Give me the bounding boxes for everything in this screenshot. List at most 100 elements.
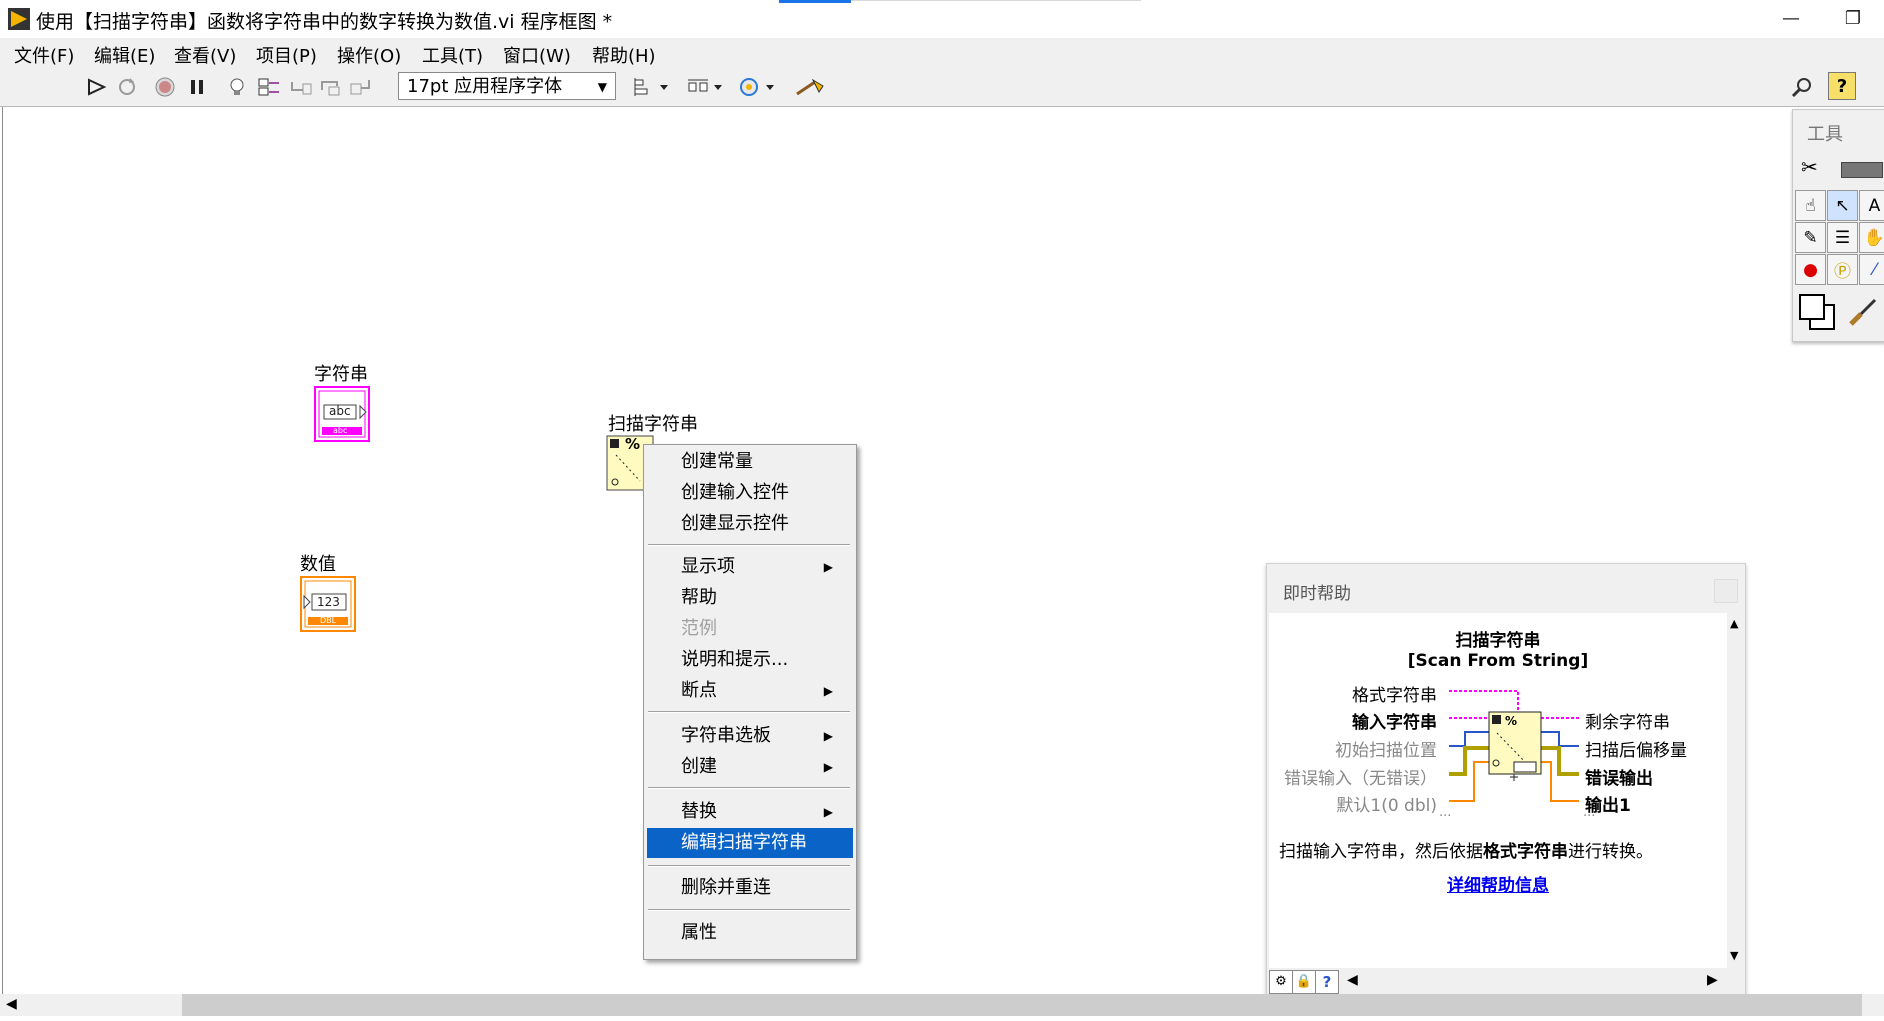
menu-project[interactable]: 项目(P) [256,42,317,68]
retain-wire-values-icon[interactable] [256,74,282,100]
menu-tools[interactable]: 工具(T) [422,42,483,68]
menu-properties[interactable]: 属性 [647,918,853,948]
font-dropdown[interactable]: 17pt 应用程序字体 ▼ [398,72,616,100]
run-continuously-icon[interactable] [114,74,140,100]
menu-create[interactable]: 创建 ▶ [647,752,853,782]
menu-create-control[interactable]: 创建输入控件 [647,478,853,508]
minimize-button[interactable]: — [1760,0,1822,38]
string-control-label[interactable]: 字符串 [314,360,368,386]
pause-icon[interactable] [184,74,210,100]
scroll-down-icon[interactable]: ▼ [1730,949,1738,962]
scrollbar-thumb[interactable] [182,994,1862,1016]
menu-item-label: 创建 [681,756,717,777]
help-input-error-in[interactable]: 错误输入（无错误） [1284,764,1437,789]
position-tool-icon[interactable]: ↖ [1827,190,1858,221]
menu-visible-items[interactable]: 显示项 ▶ [647,552,853,582]
context-help-content: 扫描字符串 [Scan From String] % 格式字符串 输入字符串 初… [1269,613,1727,968]
help-output-error-out[interactable]: 错误输出 [1585,764,1653,789]
brush-icon[interactable] [1847,296,1879,328]
toolbar: 17pt 应用程序字体 ▼ ? [0,68,1884,107]
submenu-arrow-icon: ▶ [823,729,833,743]
context-help-button[interactable]: ? [1828,72,1856,100]
menu-item-label: 删除并重连 [681,877,771,898]
clean-up-diagram-icon[interactable] [792,74,828,100]
menu-item-label: 属性 [681,922,717,943]
menu-item-label: 替换 [681,801,717,822]
menu-item-label: 显示项 [681,556,735,577]
scroll-left-icon[interactable]: ◀ [1347,972,1358,988]
label-tool-icon[interactable]: A [1859,190,1884,221]
help-function-name: 扫描字符串 [1455,631,1541,651]
detailed-help-icon[interactable]: ? [1315,970,1339,994]
wiring-tool-icon[interactable]: ✎ [1795,222,1826,253]
menu-operate[interactable]: 操作(O) [337,42,401,68]
submenu-arrow-icon: ▶ [823,805,833,819]
help-output-remaining-string[interactable]: 剩余字符串 [1585,708,1670,733]
reorder-icon[interactable] [736,74,780,100]
menu-help[interactable]: 帮助 [647,583,853,613]
menu-separator [648,865,850,867]
step-out-icon[interactable] [348,74,374,100]
menu-string-palette[interactable]: 字符串选板 ▶ [647,721,853,751]
restore-button[interactable]: ❐ [1822,0,1884,38]
string-control-terminal[interactable]: abc abc [314,386,370,442]
align-objects-icon[interactable] [630,74,674,100]
operate-tool-icon[interactable]: ☝ [1795,190,1826,221]
menu-create-constant[interactable]: 创建常量 [647,447,853,477]
menu-separator [648,909,850,911]
menu-window[interactable]: 窗口(W) [503,42,571,68]
color-tool-icon[interactable] [1797,292,1837,332]
run-icon[interactable] [84,74,110,100]
labview-app-icon [8,8,30,30]
menu-help[interactable]: 帮助(H) [592,42,656,68]
step-over-icon[interactable] [318,74,344,100]
shortcut-menu-tool-icon[interactable]: ☰ [1827,222,1858,253]
numeric-indicator-label[interactable]: 数值 [300,550,336,576]
scroll-up-icon[interactable]: ▲ [1730,617,1738,630]
scroll-left-icon[interactable]: ◀ [6,996,17,1012]
help-input-initial-offset[interactable]: 初始扫描位置 [1335,736,1437,761]
menu-item-label: 断点 [681,680,717,701]
lock-help-icon[interactable]: 🔒 [1292,970,1316,994]
menu-delete-and-rewire[interactable]: 删除并重连 [647,873,853,903]
distribute-objects-icon[interactable] [684,74,728,100]
auto-tool-icon[interactable]: ✂ [1801,155,1831,183]
highlight-execution-icon[interactable] [224,74,250,100]
menu-replace[interactable]: 替换 ▶ [647,797,853,827]
probe-tool-icon[interactable]: Ⓟ [1827,254,1858,285]
close-icon[interactable] [1714,579,1738,603]
menu-file[interactable]: 文件(F) [14,42,74,68]
string-type-badge: abc [333,426,348,435]
help-desc-pre: 扫描输入字符串，然后依据 [1279,842,1483,862]
menu-item-label: 字符串选板 [681,725,771,746]
abort-icon[interactable] [152,74,178,100]
scroll-tool-icon[interactable]: ✋ [1859,222,1884,253]
step-into-icon[interactable] [288,74,314,100]
detailed-help-link[interactable]: 详细帮助信息 [1269,871,1727,896]
menu-edit-scan-from-string[interactable]: 编辑扫描字符串 [647,828,853,858]
numeric-indicator-glyph: 123 [317,595,340,609]
context-help-title: 即时帮助 [1283,584,1351,604]
menu-view[interactable]: 查看(V) [174,42,236,68]
help-input-format-string[interactable]: 格式字符串 [1352,681,1437,706]
auto-tool-indicator[interactable] [1841,162,1883,178]
search-icon[interactable] [1784,74,1818,100]
help-input-string[interactable]: 输入字符串 [1352,708,1437,733]
show-optional-terminals-icon[interactable]: ⚙ [1269,970,1293,994]
scroll-right-icon[interactable]: ▶ [1707,972,1718,988]
submenu-arrow-icon: ▶ [823,560,833,574]
submenu-arrow-icon: ▶ [823,760,833,774]
color-copy-tool-icon[interactable]: ⁄ [1859,254,1884,285]
help-output-offset-past-scan[interactable]: 扫描后偏移量 [1585,736,1687,761]
title-bar: 使用【扫描字符串】函数将字符串中的数字转换为数值.vi 程序框图 * — ❐ [0,0,1884,39]
scan-function-glyph: % [625,435,641,453]
breakpoint-tool-icon[interactable]: ● [1795,254,1826,285]
scan-function-label[interactable]: 扫描字符串 [608,410,698,436]
numeric-indicator-terminal[interactable]: 123 DBL [300,576,356,632]
help-vertical-scrollbar[interactable]: ▲ ▼ [1729,613,1743,968]
menu-edit[interactable]: 编辑(E) [94,42,155,68]
menu-create-indicator[interactable]: 创建显示控件 [647,509,853,539]
help-input-default[interactable]: 默认1(0 dbl) [1336,791,1437,816]
menu-description-and-tip[interactable]: 说明和提示... [647,645,853,675]
menu-breakpoint[interactable]: 断点 ▶ [647,676,853,706]
